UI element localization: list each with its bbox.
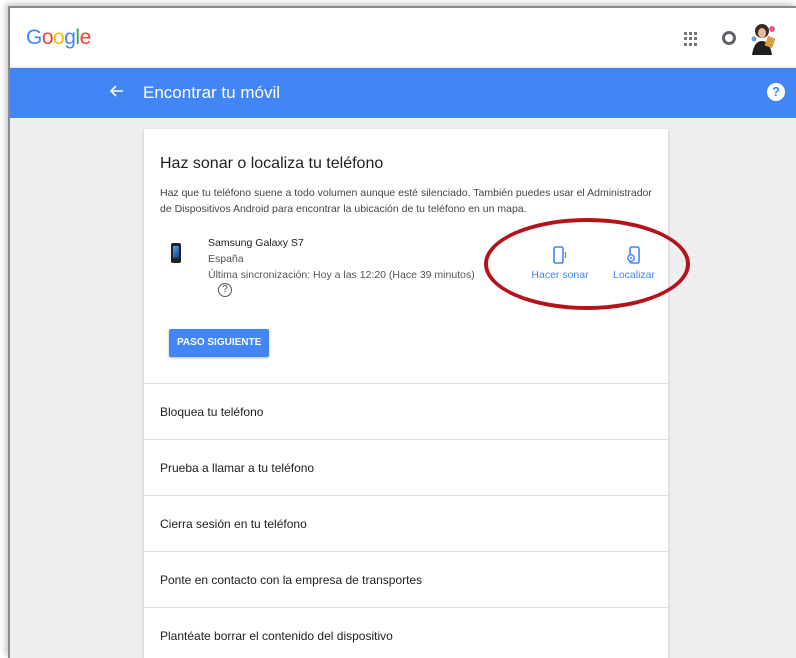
avatar[interactable]: [748, 21, 778, 55]
logo-letter: o: [53, 26, 65, 49]
logo-letter: g: [64, 26, 76, 49]
next-step-button[interactable]: PASO SIGUIENTE: [169, 329, 270, 357]
app-bar: Encontrar tu móvil ?: [10, 68, 796, 118]
option-contact-carrier[interactable]: Ponte en contacto con la empresa de tran…: [144, 551, 668, 607]
ring-button[interactable]: Hacer sonar: [528, 245, 592, 281]
browser-window: Google Encontrar tu móvil ? Haz sonar o …: [8, 6, 796, 658]
device-name: Samsung Galaxy S7: [208, 237, 304, 249]
arrow-left-icon[interactable]: [108, 82, 126, 100]
find-device-card: Haz sonar o localiza tu teléfono Haz que…: [144, 129, 668, 658]
option-call-phone[interactable]: Prueba a llamar a tu teléfono: [144, 439, 668, 495]
ring-label: Hacer sonar: [531, 269, 589, 281]
page-title: Encontrar tu móvil: [143, 83, 280, 102]
google-logo[interactable]: Google: [26, 26, 91, 50]
question-circle-icon[interactable]: ?: [218, 283, 232, 297]
device-country: España: [208, 253, 244, 265]
device-last-sync: Última sincronización: Hoy a las 12:20 (…: [208, 269, 475, 281]
option-lock-phone[interactable]: Bloquea tu teléfono: [144, 383, 668, 439]
card-description: Haz que tu teléfono suene a todo volumen…: [160, 187, 652, 215]
phone-locate-icon: [627, 246, 640, 264]
locate-label: Localizar: [612, 269, 656, 281]
logo-letter: o: [41, 26, 54, 49]
apps-grid-icon[interactable]: [684, 32, 698, 46]
logo-letter: e: [79, 26, 92, 49]
notifications-icon[interactable]: [722, 31, 736, 45]
locate-button[interactable]: Localizar: [606, 245, 662, 281]
phone-icon: [171, 243, 181, 263]
option-erase-device[interactable]: Plantéate borrar el contenido del dispos…: [144, 607, 668, 658]
top-bar: Google: [10, 8, 796, 68]
logo-letter: G: [26, 26, 42, 49]
phone-ring-icon: [553, 246, 567, 264]
help-icon[interactable]: ?: [767, 83, 785, 101]
option-sign-out[interactable]: Cierra sesión en tu teléfono: [144, 495, 668, 551]
card-title: Haz sonar o localiza tu teléfono: [160, 155, 384, 172]
